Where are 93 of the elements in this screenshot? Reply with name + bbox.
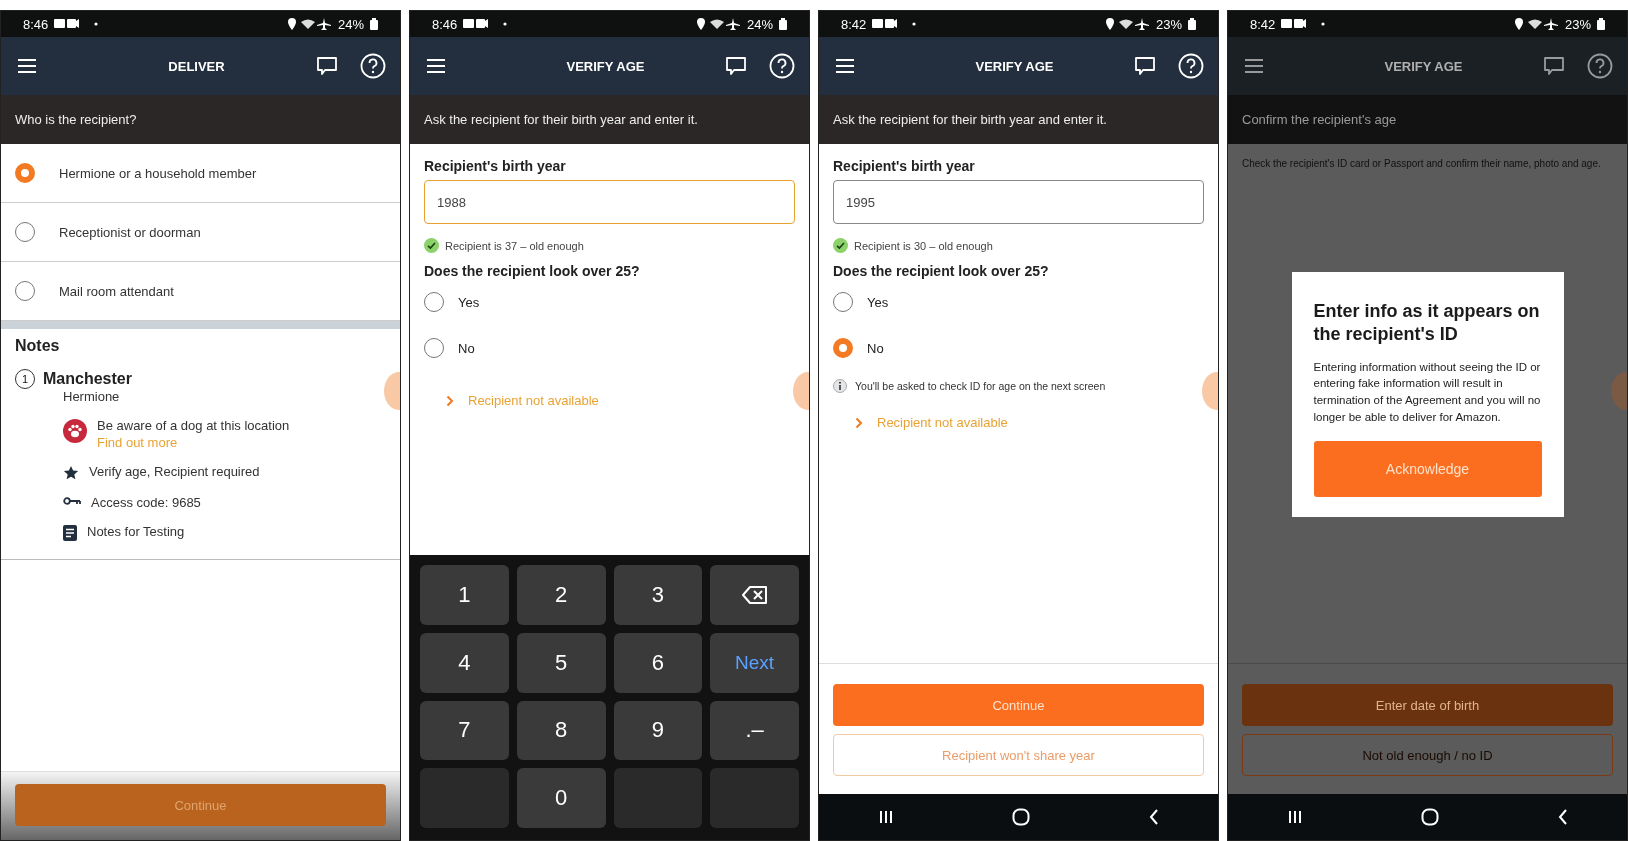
menu-icon[interactable] (835, 58, 855, 74)
screen-title: VERIFY AGE (1383, 58, 1464, 74)
battery-level: 23% (1564, 16, 1591, 32)
keyboard-key[interactable]: 5 (516, 632, 606, 693)
birth-year-field[interactable]: 1995 (833, 180, 1204, 224)
home-icon[interactable] (1420, 808, 1439, 826)
chevron-icon (855, 416, 863, 429)
check-icon (424, 238, 439, 253)
answer-option[interactable]: No (424, 325, 795, 371)
chat-icon[interactable] (316, 55, 338, 77)
answer-option[interactable]: Yes (424, 279, 795, 325)
status-time: 8:46 (432, 16, 458, 32)
recipient-option[interactable]: Receptionist or doorman (1, 203, 400, 262)
notes-heading: Notes (15, 337, 61, 355)
chat-icon[interactable] (1134, 55, 1156, 77)
next-key[interactable]: Next (710, 632, 799, 693)
primary-button[interactable]: Enter date of birth (1242, 684, 1613, 726)
check-icon (833, 238, 848, 253)
info-icon (833, 379, 847, 393)
info-text: You'll be asked to check ID for age on the next screen (855, 380, 1106, 392)
age-result: Recipient is 30 – old enough (854, 239, 993, 252)
note-text: Be aware of a dog at this location (97, 418, 290, 433)
status-icons-drawing (287, 17, 332, 31)
menu-icon[interactable] (17, 58, 37, 74)
chat-icon[interactable] (1543, 55, 1565, 77)
status-icons-drawing (696, 17, 741, 31)
question-label: Does the recipient look over 25? (833, 263, 1050, 279)
recent-apps-icon[interactable] (878, 810, 893, 824)
status-icons-drawing (1514, 17, 1559, 31)
battery-level: 23% (1155, 16, 1182, 32)
birth-year-field[interactable]: 1988 (424, 180, 795, 224)
screen-title: VERIFY AGE (565, 58, 646, 74)
keyboard-key[interactable]: 8 (516, 700, 606, 761)
keyboard-key[interactable]: 0 (516, 768, 606, 828)
battery-icon (1188, 18, 1196, 30)
prompt-banner: Ask the recipient for their birth year and enter it. (819, 95, 1218, 144)
answer-option[interactable]: Yes (833, 279, 1204, 325)
status-icons-drawing (1105, 17, 1150, 31)
recent-apps-icon[interactable] (1287, 810, 1302, 824)
status-time: 8:46 (23, 16, 49, 32)
instruction-text: Check the recipient's ID card or Passport and confirm their name, photo and age. (1241, 157, 1602, 171)
help-icon[interactable] (769, 53, 795, 79)
keyboard-key[interactable]: 3 (613, 565, 703, 625)
status-time: 8:42 (841, 16, 867, 32)
status-time: 8:42 (1250, 16, 1276, 32)
age-result: Recipient is 37 – old enough (445, 239, 584, 252)
field-label: Recipient's birth year (833, 158, 976, 174)
keyboard-key[interactable]: 2 (516, 565, 606, 625)
paw-icon (63, 419, 87, 443)
note-icon (63, 525, 77, 541)
dialog-title: Enter info as it appears on the recipient's ID (1313, 300, 1541, 347)
radio-button[interactable] (833, 338, 853, 358)
keyboard-key[interactable]: 1 (420, 565, 509, 625)
note-text: Notes for Testing (87, 524, 185, 539)
keyboard-key[interactable]: 9 (613, 700, 703, 761)
chat-icon[interactable] (725, 55, 747, 77)
battery-level: 24% (337, 16, 364, 32)
battery-level: 24% (746, 16, 773, 32)
key-icon (63, 496, 81, 506)
star-icon (63, 465, 79, 481)
recipient-option[interactable]: Hermione or a household member (1, 144, 400, 203)
dialog-text: Entering information without seeing the ID or entering fake information will result in termination of the Agreement and you will no longer be able to deliver for Amazon. (1313, 359, 1542, 425)
help-icon[interactable] (360, 53, 386, 79)
keyboard-key[interactable]: 4 (420, 632, 509, 693)
help-icon[interactable] (1587, 53, 1613, 79)
help-icon[interactable] (1178, 53, 1204, 79)
keyboard-key[interactable]: 6 (613, 632, 703, 693)
prompt-banner: Who is the recipient? (1, 95, 400, 144)
keyboard-key[interactable]: .– (710, 700, 799, 761)
stop-name: Manchester (43, 370, 132, 388)
chevron-icon (446, 394, 454, 407)
note-text: Access code: 9685 (91, 495, 201, 510)
home-icon[interactable] (1011, 808, 1030, 826)
customer-name: Hermione (63, 389, 121, 404)
battery-icon (779, 18, 787, 30)
field-label: Recipient's birth year (424, 158, 567, 174)
backspace-icon (741, 585, 768, 604)
backspace-key[interactable] (710, 565, 799, 625)
menu-icon[interactable] (426, 58, 446, 74)
screen-title: DELIVER (167, 58, 226, 74)
menu-icon[interactable] (1244, 58, 1264, 74)
note-text: Verify age, Recipient required (89, 464, 260, 479)
question-label: Does the recipient look over 25? (424, 263, 641, 279)
answer-option[interactable]: No (833, 325, 1204, 371)
prompt-banner: Confirm the recipient's age (1228, 95, 1627, 144)
battery-icon (1597, 18, 1605, 30)
prompt-banner: Ask the recipient for their birth year and enter it. (410, 95, 809, 144)
screen-title: VERIFY AGE (974, 58, 1055, 74)
back-icon[interactable] (1148, 809, 1159, 825)
battery-icon (370, 18, 378, 30)
keyboard-key[interactable]: 7 (420, 700, 509, 761)
back-icon[interactable] (1557, 809, 1568, 825)
radio-button[interactable] (15, 163, 35, 183)
